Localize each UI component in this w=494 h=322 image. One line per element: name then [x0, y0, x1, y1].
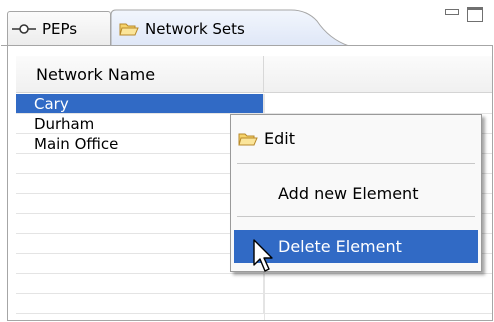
menu-item-add-label: Add new Element	[278, 184, 419, 203]
table-row[interactable]: Cary	[16, 94, 492, 114]
minimize-icon[interactable]	[445, 9, 459, 15]
network-name-cell	[16, 154, 264, 173]
network-name-cell	[16, 274, 264, 293]
blank-cell	[264, 94, 492, 113]
table-header: Network Name	[16, 56, 492, 93]
tab-network-sets[interactable]: Network Sets	[119, 13, 245, 45]
folder-icon	[238, 131, 258, 147]
maximize-icon[interactable]	[467, 7, 483, 22]
column-header-network-name[interactable]: Network Name	[16, 56, 264, 93]
menu-item-delete-label: Delete Element	[278, 237, 402, 256]
network-name-cell	[16, 254, 264, 273]
network-name-cell: Main Office	[16, 134, 264, 153]
network-name-cell	[16, 294, 264, 313]
tab-strip: PEPs Network Sets	[1, 1, 493, 47]
arrow-cursor-icon	[253, 239, 273, 272]
menu-item-edit-label: Edit	[264, 129, 295, 148]
menu-separator	[237, 163, 475, 164]
tab-network-sets-label: Network Sets	[145, 20, 245, 38]
network-name-cell	[16, 194, 264, 213]
table-row[interactable]	[16, 294, 492, 314]
network-name-cell	[16, 234, 264, 253]
column-header-blank[interactable]	[264, 56, 492, 93]
network-name-cell: Cary	[16, 94, 264, 113]
network-name-cell	[16, 174, 264, 193]
network-name-cell	[16, 214, 264, 233]
tab-peps[interactable]: PEPs	[7, 11, 111, 46]
tab-peps-label: PEPs	[42, 20, 78, 38]
menu-item-add-new-element[interactable]: Add new Element	[234, 177, 478, 210]
menu-separator	[237, 216, 475, 217]
menu-item-edit[interactable]: Edit	[234, 122, 478, 155]
table-row[interactable]	[16, 274, 492, 294]
blank-cell	[264, 294, 492, 313]
pep-connector-icon	[12, 23, 36, 35]
folder-icon	[119, 21, 139, 37]
network-sets-view: PEPs Network Sets Network Name Cary Durha…	[1, 1, 493, 321]
network-name-cell: Durham	[16, 114, 264, 133]
blank-cell	[264, 274, 492, 293]
